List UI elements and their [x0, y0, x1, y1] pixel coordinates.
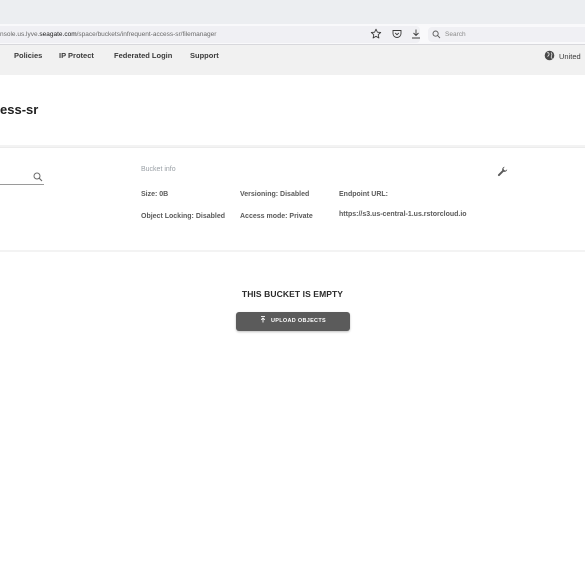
upload-objects-button[interactable]: UPLOAD OBJECTS [236, 312, 350, 331]
nav-item-policies[interactable]: Policies [14, 45, 42, 75]
region-selector[interactable]: United [544, 50, 581, 62]
nav-item-label: Federated Login [114, 51, 173, 60]
url-prefix: nsole.us.lyve. [0, 31, 40, 38]
bucket-info-card: Bucket info Size: 0B Versioning: Disable… [0, 147, 585, 250]
nav-item-label: Policies [14, 51, 43, 60]
access-mode-value: Access mode: Private [240, 213, 313, 220]
nav-item-label: IP Protect [59, 51, 94, 60]
pocket-icon[interactable] [391, 28, 403, 40]
search-icon [432, 30, 441, 39]
size-value: Size: 0B [141, 191, 169, 198]
region-label: United [559, 52, 581, 61]
page-title: ess-sr [0, 102, 39, 117]
bucket-header: ess-sr [0, 75, 585, 145]
file-manager-area: THIS BUCKET IS EMPTY UPLOAD OBJECTS [0, 252, 585, 585]
bucket-info-heading: Bucket info [141, 166, 176, 173]
upload-icon [260, 316, 266, 323]
search-icon[interactable] [33, 172, 43, 182]
empty-state-title: THIS BUCKET IS EMPTY [241, 289, 344, 299]
object-locking-value: Object Locking: Disabled [141, 213, 226, 220]
nav-item-label: Support [190, 51, 219, 60]
wrench-icon[interactable] [497, 166, 508, 177]
browser-toolbar: nsole.us.lyve.seagate.com/space/buckets/… [0, 24, 585, 45]
url-path: /space/buckets/infrequent-access-sr/file… [76, 31, 217, 38]
browser-search-box[interactable]: Search [428, 27, 585, 42]
upload-objects-label: UPLOAD OBJECTS [271, 318, 326, 324]
nav-item-federated-login[interactable]: Federated Login [114, 45, 172, 75]
browser-tab-strip [0, 0, 585, 24]
search-placeholder: Search [445, 31, 466, 38]
endpoint-url-value: https://s3.us-central-1.us.rstorcloud.io [339, 211, 467, 218]
globe-icon [544, 50, 555, 61]
star-icon[interactable] [370, 28, 382, 40]
versioning-value: Versioning: Disabled [240, 191, 310, 198]
download-icon[interactable] [410, 28, 422, 40]
file-search-input[interactable] [0, 170, 44, 185]
site-nav: Policies IP Protect Federated Login Supp… [0, 45, 585, 75]
nav-item-support[interactable]: Support [190, 45, 219, 75]
endpoint-label: Endpoint URL: [339, 191, 388, 198]
url-host: seagate.com [39, 31, 77, 38]
nav-item-ip-protect[interactable]: IP Protect [59, 45, 94, 75]
address-bar[interactable]: nsole.us.lyve.seagate.com/space/buckets/… [0, 26, 420, 43]
